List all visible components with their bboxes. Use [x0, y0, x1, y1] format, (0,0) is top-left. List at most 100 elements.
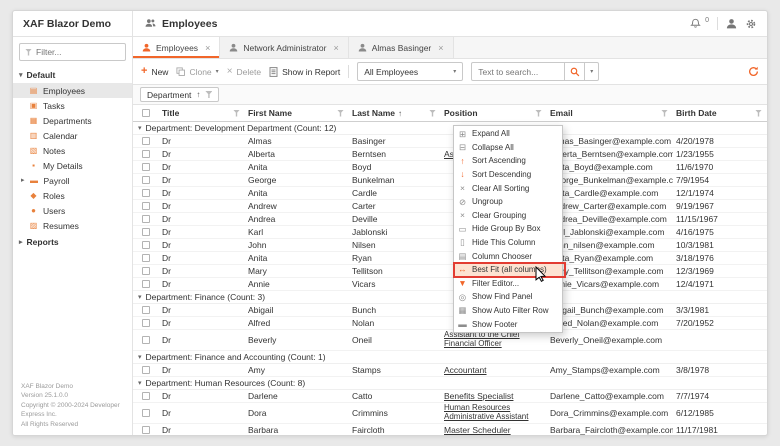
search-button[interactable] — [564, 63, 584, 80]
tab-almas-basinger[interactable]: Almas Basinger× — [349, 37, 454, 58]
context-menu-item-sort-ascending[interactable]: ↑Sort Ascending — [454, 154, 562, 168]
close-icon[interactable]: × — [333, 43, 338, 53]
table-row[interactable]: DrAmyStampsAccountantAmy_Stamps@example.… — [133, 364, 767, 377]
delete-button[interactable]: × Delete — [227, 67, 261, 77]
group-row[interactable]: ▾Department: Finance and Accounting (Cou… — [133, 351, 767, 364]
table-row[interactable]: DrMaryTellitsonMary_Tellitson@example.co… — [133, 265, 767, 278]
group-row[interactable]: ▾Department: Development Department (Cou… — [133, 122, 767, 135]
position-cell[interactable]: Accountant — [441, 365, 547, 375]
context-menu-item-sort-descending[interactable]: ↓Sort Descending — [454, 168, 562, 182]
tab-employees[interactable]: Employees× — [133, 37, 220, 58]
context-menu-item-hide-this-column[interactable]: ▯Hide This Column — [454, 236, 562, 250]
filter-icon[interactable] — [661, 110, 668, 117]
filter-icon[interactable] — [205, 91, 212, 98]
row-checkbox[interactable] — [142, 241, 150, 249]
user-account-icon[interactable] — [726, 18, 737, 29]
filter-icon[interactable] — [535, 110, 542, 117]
row-checkbox[interactable] — [142, 336, 150, 344]
table-row[interactable]: DrDoraCrimminsHuman Resources Administra… — [133, 403, 767, 424]
sidebar-item-calendar[interactable]: ▥Calendar — [13, 128, 132, 143]
sidebar-item-resumes[interactable]: ▨Resumes — [13, 218, 132, 233]
row-checkbox[interactable] — [142, 137, 150, 145]
table-row[interactable]: DrAlmasBasingerAlmas_Basinger@example.co… — [133, 135, 767, 148]
sidebar-item-roles[interactable]: ◆Roles — [13, 188, 132, 203]
sidebar-filter-input[interactable] — [36, 47, 120, 57]
context-menu-item-show-auto-filter-row[interactable]: ▦Show Auto Filter Row — [454, 304, 562, 318]
row-checkbox[interactable] — [142, 426, 150, 434]
table-row[interactable]: DrGeorgeBunkelmanGeorge_Bunkelman@exampl… — [133, 174, 767, 187]
context-menu-item-column-chooser[interactable]: ▤Column Chooser — [454, 249, 562, 263]
table-row[interactable]: DrAlbertaBerntsenAssistantAlberta_Bernts… — [133, 148, 767, 161]
row-checkbox[interactable] — [142, 306, 150, 314]
table-row[interactable]: DrJohnNilsenJohn_nilsen@example.com10/3/… — [133, 239, 767, 252]
select-all-checkbox[interactable] — [142, 109, 150, 117]
context-menu-item-ungroup[interactable]: ⊘Ungroup — [454, 195, 562, 209]
sidebar-group-reports[interactable]: ▸Reports — [13, 233, 132, 250]
row-checkbox[interactable] — [142, 267, 150, 275]
filter-icon[interactable] — [429, 110, 436, 117]
filter-icon[interactable] — [755, 110, 762, 117]
context-menu-item-clear-grouping[interactable]: ×Clear Grouping — [454, 209, 562, 223]
table-row[interactable]: DrAnitaBoydAnita_Boyd@example.com11/6/19… — [133, 161, 767, 174]
row-checkbox[interactable] — [142, 254, 150, 262]
row-checkbox[interactable] — [142, 319, 150, 327]
row-checkbox[interactable] — [142, 280, 150, 288]
table-row[interactable]: DrAnitaRyanAnita_Ryan@example.com3/18/19… — [133, 252, 767, 265]
context-menu-item-show-footer[interactable]: ▬Show Footer — [454, 317, 562, 331]
search-options-dropdown[interactable]: ▾ — [584, 63, 598, 80]
column-header-birth-date[interactable]: Birth Date — [673, 105, 767, 121]
search-input[interactable] — [472, 67, 564, 77]
close-icon[interactable]: × — [205, 43, 210, 53]
column-header-last-name[interactable]: Last Name↑ — [349, 105, 441, 121]
column-header-title[interactable]: Title — [159, 105, 245, 121]
group-row[interactable]: ▾Department: Finance (Count: 3) — [133, 291, 767, 304]
context-menu-item-clear-all-sorting[interactable]: ×Clear All Sorting — [454, 181, 562, 195]
notification-bell-icon[interactable] — [690, 18, 701, 29]
sidebar-item-payroll[interactable]: ▸▬Payroll — [13, 173, 132, 188]
table-row[interactable]: DrAnitaCardleAnita_Cardle@example.com12/… — [133, 187, 767, 200]
row-checkbox[interactable] — [142, 150, 150, 158]
sidebar-filter-box[interactable] — [19, 43, 126, 61]
group-chip-department[interactable]: Department ↑ — [140, 87, 219, 102]
row-checkbox[interactable] — [142, 409, 150, 417]
close-icon[interactable]: × — [438, 43, 443, 53]
column-header-first-name[interactable]: First Name — [245, 105, 349, 121]
context-menu-item-expand-all[interactable]: ⊞Expand All — [454, 127, 562, 141]
column-header-position[interactable]: Position — [441, 105, 547, 121]
table-row[interactable]: DrBeverlyOneilAssistant to the Chief Fin… — [133, 330, 767, 351]
row-checkbox[interactable] — [142, 202, 150, 210]
table-row[interactable]: DrAndreaDevilleAndrea_Deville@example.co… — [133, 213, 767, 226]
position-cell[interactable]: Assistant to the Chief Financial Officer — [441, 331, 547, 349]
sidebar-group-default[interactable]: ▾Default — [13, 66, 132, 83]
context-menu-item-hide-group-by-box[interactable]: ▭Hide Group By Box — [454, 222, 562, 236]
table-row[interactable]: DrAbigailBunchAbigail_Bunch@example.com3… — [133, 304, 767, 317]
row-checkbox[interactable] — [142, 189, 150, 197]
settings-gear-icon[interactable] — [745, 18, 757, 30]
position-cell[interactable]: Benefits Specialist — [441, 391, 547, 401]
position-cell[interactable]: Human Resources Administrative Assistant — [441, 404, 547, 422]
context-menu-item-collapse-all[interactable]: ⊟Collapse All — [454, 141, 562, 155]
refresh-button[interactable] — [748, 66, 759, 77]
filter-icon[interactable] — [337, 110, 344, 117]
group-row[interactable]: ▾Department: Human Resources (Count: 8) — [133, 377, 767, 390]
tab-network-administrator[interactable]: Network Administrator× — [220, 37, 348, 58]
column-header-email[interactable]: Email — [547, 105, 673, 121]
row-checkbox[interactable] — [142, 228, 150, 236]
sidebar-item-employees[interactable]: ▤Employees — [13, 83, 132, 98]
row-checkbox[interactable] — [142, 366, 150, 374]
position-cell[interactable]: Master Scheduler — [441, 425, 547, 435]
row-checkbox[interactable] — [142, 392, 150, 400]
table-row[interactable]: DrDarleneCattoBenefits SpecialistDarlene… — [133, 390, 767, 403]
row-checkbox[interactable] — [142, 163, 150, 171]
show-in-report-button[interactable]: Show in Report — [269, 67, 340, 77]
table-row[interactable]: DrAlfredNolanAlfred_Nolan@example.com7/2… — [133, 317, 767, 330]
table-row[interactable]: DrKarlJablonskiKarl_Jablonski@example.co… — [133, 226, 767, 239]
context-menu-item-show-find-panel[interactable]: ◎Show Find Panel — [454, 290, 562, 304]
table-row[interactable]: DrBarbaraFairclothMaster SchedulerBarbar… — [133, 424, 767, 435]
table-row[interactable]: DrAnnieVicarsAnnie_Vicars@example.com12/… — [133, 278, 767, 291]
sidebar-item-users[interactable]: ●Users — [13, 203, 132, 218]
row-checkbox[interactable] — [142, 176, 150, 184]
row-checkbox[interactable] — [142, 215, 150, 223]
new-button[interactable]: + New — [141, 66, 168, 77]
sidebar-item-departments[interactable]: ▦Departments — [13, 113, 132, 128]
